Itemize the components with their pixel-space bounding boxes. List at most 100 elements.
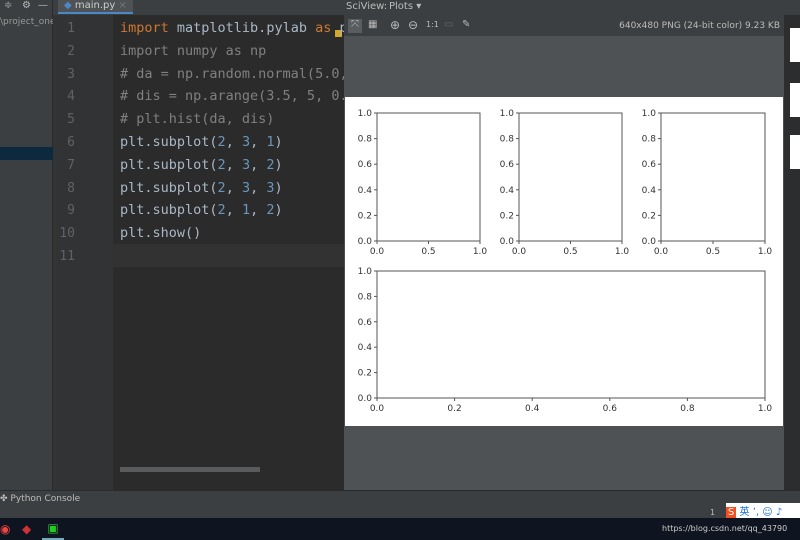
zoom-in-icon[interactable]: ⊕ [390,18,400,32]
x-tick-label: 0.8 [680,404,695,414]
line-number: 6 [67,135,75,150]
line-number: 9 [67,203,75,219]
python-console-tab[interactable]: ✤ Python Console [0,494,80,504]
background-icon[interactable]: ▭ [444,19,453,30]
code-token: 2 [266,156,275,173]
code-line[interactable]: # plt.hist(da, dis) [120,111,274,127]
y-tick-label: 1.0 [500,109,515,119]
code-token: as [315,20,332,36]
y-tick-label: 0.6 [642,160,657,170]
selected-tree-item[interactable] [0,147,53,160]
x-tick-label: 0.0 [512,247,527,257]
horizontal-scrollbar[interactable] [113,467,344,475]
app-icon[interactable]: ◆ [22,522,31,536]
code-token: 3 [241,179,251,196]
python-file-icon: ◆ [64,0,72,11]
x-tick-label: 0.2 [447,404,461,414]
y-tick-label: 0.2 [642,211,656,221]
x-tick-label: 0.4 [525,404,540,414]
code-token: 2 [266,202,275,219]
plots-tab[interactable]: Plots ▾ [389,1,421,12]
y-tick-label: 0.2 [358,211,372,221]
minimize-icon[interactable]: — [38,0,48,11]
x-tick-label: 0.0 [370,247,385,257]
code-line[interactable]: plt.subplot(2, 3, 3) [120,180,283,196]
grid-icon[interactable]: ▦ [368,19,377,30]
y-tick-label: 0.0 [642,237,657,247]
code-editor[interactable] [113,15,344,490]
y-tick-label: 1.0 [358,267,373,277]
code-line[interactable]: plt.show() [120,225,201,241]
y-tick-label: 0.6 [358,318,373,328]
code-line[interactable]: # da = np.random.normal(5.0, [120,66,356,82]
code-token: , [250,156,267,173]
x-tick-label: 0.5 [421,247,435,257]
x-tick-label: 1.0 [758,404,773,414]
code-token: plt.subplot( [120,179,218,196]
code-line[interactable]: plt.subplot(2, 1, 2) [120,202,283,218]
y-tick-label: 0.8 [500,135,515,145]
pycharm-icon[interactable]: ▣ [42,521,64,540]
code-token: import [120,20,169,36]
fit-icon[interactable]: ⤧ [348,19,362,33]
code-token: 2 [217,202,226,219]
image-info: 640x480 PNG (24-bit color) 9.23 KB [619,21,780,31]
taskbar: ◉ ◆ ▣ https://blog.csdn.net/qq_43790 [0,518,800,540]
code-token: , [250,202,267,219]
plot-image: 0.0 0.2 0.4 0.6 0.8 1.0 0.0 0.5 1.0 0.0 0.2 0.4 0.6 0… [345,97,783,426]
code-token: # plt.hist(da, dis) [120,111,275,128]
line-number: 1 [67,21,75,36]
line-number: 8 [67,180,75,196]
line-number: 7 [67,157,75,173]
tab-main-py[interactable]: ◆ main.py × [58,0,133,14]
project-panel: ≑ ⚙ — \project_one [0,0,56,490]
collapse-icon[interactable]: ≑ [4,0,12,11]
plot-thumbnail[interactable] [790,83,800,117]
line-number: 3 [67,66,75,82]
code-token: import numpy as np [120,42,267,59]
code-token: 3 [241,156,251,173]
y-tick-label: 0.4 [500,186,515,196]
plot-thumbnail[interactable] [790,28,800,62]
code-token: # da = np.random.normal(5.0, [120,65,356,82]
x-tick-label: 0.5 [706,247,720,257]
y-tick-label: 1.0 [358,109,373,119]
y-tick-label: 1.0 [642,109,657,119]
close-tab-icon[interactable]: × [119,0,127,11]
bottom-toolbar: ✤ Python Console 1 S 英 ʼ, ☺ ♪ [0,490,800,519]
code-line[interactable]: import matplotlib.pylab as plt [120,20,364,36]
project-path[interactable]: \project_one [0,17,56,27]
code-token: # dis = np.arange(3.5, 5, 0.1 [120,88,356,105]
y-tick-label: 0.8 [642,135,657,145]
code-line[interactable]: # dis = np.arange(3.5, 5, 0.1 [120,88,356,104]
x-tick-label: 0.5 [563,247,577,257]
code-line[interactable]: plt.subplot(2, 3, 1) [120,134,283,150]
plot-thumbnails [784,15,800,490]
chrome-icon[interactable]: ◉ [0,522,10,536]
code-token: plt.show() [120,225,202,242]
x-tick-label: 0.6 [603,404,618,414]
sciview-label: SciView: [346,1,388,12]
code-token: 2 [217,179,226,196]
y-tick-label: 0.2 [358,369,372,379]
y-tick-label: 0.2 [500,211,514,221]
gear-icon[interactable]: ⚙ [22,0,31,11]
actual-size-button[interactable]: 1:1 [426,20,439,29]
code-token: 1 [241,202,251,219]
ime-toolbar[interactable]: S 英 ʼ, ☺ ♪ [726,503,800,519]
plot-thumbnail[interactable] [790,135,800,169]
code-token: plt.subplot( [120,134,218,150]
y-tick-label: 0.8 [358,292,373,302]
sogou-icon: S [726,507,737,518]
y-tick-label: 0.4 [642,186,657,196]
code-token: 2 [217,134,226,150]
line-number: 5 [67,112,75,128]
line-number: 4 [67,89,75,105]
code-line[interactable]: plt.subplot(2, 3, 2) [120,157,283,173]
code-token: , [225,202,242,219]
y-tick-label: 0.6 [500,160,515,170]
line-number: 10 [59,226,75,242]
zoom-out-icon[interactable]: ⊖ [408,18,418,32]
code-line[interactable]: import numpy as np [120,43,266,59]
color-picker-icon[interactable]: ✎ [462,19,470,30]
